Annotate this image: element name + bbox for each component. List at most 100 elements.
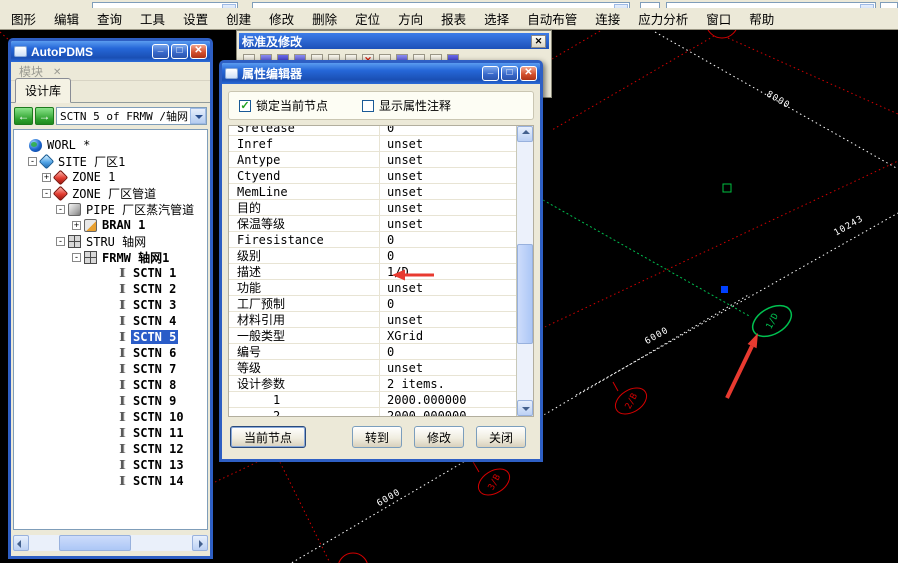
tree-item[interactable]: + BRAN 1 xyxy=(14,217,207,233)
tree-item-label[interactable]: SCTN 11 xyxy=(131,426,186,440)
tree-item[interactable]: SCTN 12 xyxy=(14,441,207,457)
property-row[interactable]: Inref unset xyxy=(229,136,516,152)
tree-item[interactable]: SCTN 11 xyxy=(14,425,207,441)
goto-button[interactable]: 转到 xyxy=(352,426,402,448)
tree-item-label[interactable]: SCTN 3 xyxy=(131,298,178,312)
selected-section-line[interactable] xyxy=(543,200,751,317)
node-marker-green[interactable] xyxy=(723,184,731,192)
menu-item[interactable]: 方向 xyxy=(389,7,432,30)
tree-item-label[interactable]: SCTN 1 xyxy=(131,266,178,280)
close-icon[interactable] xyxy=(520,66,537,81)
tree-item-label[interactable]: SCTN 4 xyxy=(131,314,178,328)
property-grid-scrollbar[interactable] xyxy=(516,126,533,416)
property-row[interactable]: 目的 unset xyxy=(229,200,516,216)
standards-window-titlebar[interactable]: 标准及修改 ✕ xyxy=(239,33,549,49)
checkbox-unchecked-icon[interactable] xyxy=(362,100,374,112)
tree-item-label[interactable]: SCTN 14 xyxy=(131,474,186,488)
current-element-combo[interactable]: SCTN 5 of FRMW /轴网 xyxy=(56,107,207,125)
menu-item[interactable]: 查询 xyxy=(88,7,131,30)
tree-item[interactable]: SCTN 13 xyxy=(14,457,207,473)
tree-item-label[interactable]: SCTN 5 xyxy=(131,330,178,344)
scroll-up-icon[interactable] xyxy=(517,126,533,142)
tree-expander-icon[interactable]: - xyxy=(56,237,65,246)
minimize-icon[interactable] xyxy=(482,66,499,81)
tree-item[interactable]: SCTN 8 xyxy=(14,377,207,393)
menu-item[interactable]: 报表 xyxy=(432,7,475,30)
menu-item[interactable]: 连接 xyxy=(586,7,629,30)
tree-expander-icon[interactable]: - xyxy=(72,253,81,262)
nav-back-button[interactable] xyxy=(14,107,33,125)
scrollbar-thumb[interactable] xyxy=(517,244,533,344)
scrollbar-thumb[interactable] xyxy=(59,535,131,551)
property-row[interactable]: 编号 0 xyxy=(229,344,516,360)
close-icon[interactable]: ✕ xyxy=(531,35,546,48)
tree-expander-icon[interactable]: - xyxy=(28,157,37,166)
property-row[interactable]: 等级 unset xyxy=(229,360,516,376)
modify-button[interactable]: 修改 xyxy=(414,426,464,448)
tree-expander-icon[interactable]: + xyxy=(42,173,51,182)
property-row[interactable]: Antype unset xyxy=(229,152,516,168)
maximize-icon[interactable] xyxy=(501,66,518,81)
tree-expander-icon[interactable]: - xyxy=(56,205,65,214)
menu-item[interactable]: 应力分析 xyxy=(629,7,697,30)
tree-item[interactable]: SCTN 9 xyxy=(14,393,207,409)
nav-forward-button[interactable] xyxy=(35,107,54,125)
module-menu-item[interactable]: 模块 xyxy=(19,63,43,80)
menu-item[interactable]: 窗口 xyxy=(697,7,740,30)
menu-item[interactable]: 自动布管 xyxy=(518,7,586,30)
property-editor-titlebar[interactable]: 属性编辑器 xyxy=(222,63,540,84)
tree-horizontal-scrollbar[interactable] xyxy=(13,535,208,551)
tree-item-label[interactable]: PIPE 厂区蒸汽管道 xyxy=(84,201,196,218)
minimize-icon[interactable] xyxy=(152,44,169,59)
tree-item-label[interactable]: ZONE 厂区管道 xyxy=(70,185,158,202)
maximize-icon[interactable] xyxy=(171,44,188,59)
scroll-down-icon[interactable] xyxy=(517,400,533,416)
menu-item[interactable]: 创建 xyxy=(217,7,260,30)
menu-item[interactable]: 帮助 xyxy=(740,7,783,30)
tree-item[interactable]: SCTN 6 xyxy=(14,345,207,361)
property-row[interactable]: 级别 0 xyxy=(229,248,516,264)
menu-item[interactable]: 修改 xyxy=(260,7,303,30)
tree-item-label[interactable]: SCTN 12 xyxy=(131,442,186,456)
tree-item[interactable]: - PIPE 厂区蒸汽管道 xyxy=(14,201,207,217)
property-row[interactable]: MemLine unset xyxy=(229,184,516,200)
tree-item[interactable]: - FRMW 轴网1 xyxy=(14,249,207,265)
current-node-button[interactable]: 当前节点 xyxy=(230,426,306,448)
scrollbar-track[interactable] xyxy=(29,535,192,551)
tree-expander-icon[interactable]: - xyxy=(42,189,51,198)
menu-item[interactable]: 编辑 xyxy=(45,7,88,30)
property-row[interactable]: 2 2000.000000 xyxy=(229,408,516,417)
tree-item-label[interactable]: SCTN 8 xyxy=(131,378,178,392)
menu-item[interactable]: 图形 xyxy=(2,7,45,30)
tree-item-label[interactable]: SCTN 10 xyxy=(131,410,186,424)
menu-item[interactable]: 删除 xyxy=(303,7,346,30)
tree-item[interactable]: SCTN 4 xyxy=(14,313,207,329)
show-attr-notes-checkbox[interactable]: 显示属性注释 xyxy=(362,97,451,114)
tree-item[interactable]: WORL * xyxy=(14,137,207,153)
menu-item[interactable]: 设置 xyxy=(174,7,217,30)
tree-item-label[interactable]: STRU 轴网 xyxy=(84,233,148,250)
tree-item-label[interactable]: ZONE 1 xyxy=(70,170,117,184)
tree-expander-icon[interactable]: + xyxy=(72,221,81,230)
property-row[interactable]: Srelease 0 xyxy=(229,125,516,136)
tree-item[interactable]: - SITE 厂区1 xyxy=(14,153,207,169)
property-row[interactable]: Ctyend unset xyxy=(229,168,516,184)
tree-item-label[interactable]: SCTN 9 xyxy=(131,394,178,408)
tree-item[interactable]: SCTN 3 xyxy=(14,297,207,313)
property-row[interactable]: 设计参数 2 items. xyxy=(229,376,516,392)
menu-item[interactable]: 定位 xyxy=(346,7,389,30)
close-button[interactable]: 关闭 xyxy=(476,426,526,448)
tree-item-label[interactable]: SCTN 6 xyxy=(131,346,178,360)
property-grid[interactable]: Srelease 0 Inref unset Antype unset Ctye… xyxy=(228,125,534,417)
property-row[interactable]: Firesistance 0 xyxy=(229,232,516,248)
tree-item-label[interactable]: SCTN 13 xyxy=(131,458,186,472)
property-row[interactable]: 保温等级 unset xyxy=(229,216,516,232)
close-icon[interactable] xyxy=(53,64,61,78)
tree-item-label[interactable]: FRMW 轴网1 xyxy=(100,249,171,266)
design-tree[interactable]: WORL * - SITE 厂区1 + ZONE 1 - ZONE 厂区管道 - xyxy=(13,129,208,530)
tree-item-label[interactable]: BRAN 1 xyxy=(100,218,147,232)
property-row[interactable]: 1 2000.000000 xyxy=(229,392,516,408)
property-row[interactable]: 材料引用 unset xyxy=(229,312,516,328)
tree-item-label[interactable]: SCTN 2 xyxy=(131,282,178,296)
tree-item[interactable]: SCTN 5 xyxy=(14,329,207,345)
